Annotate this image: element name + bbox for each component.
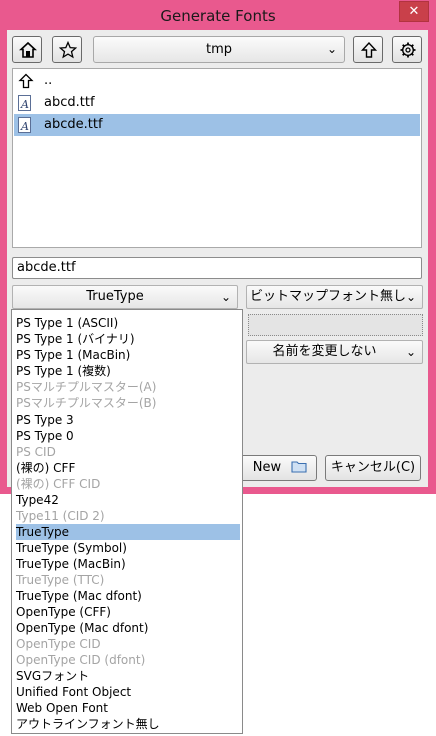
format-option[interactable]: Type42: [16, 492, 240, 508]
folder-icon: [291, 461, 307, 473]
directory-select-value: tmp: [205, 42, 232, 57]
format-option[interactable]: PS Type 1 (複数): [16, 363, 240, 379]
cancel-button[interactable]: キャンセル(C): [325, 455, 421, 481]
format-option[interactable]: Web Open Font: [16, 700, 240, 716]
format-option: OpenType CID: [16, 637, 101, 651]
format-option[interactable]: SVGフォント: [16, 668, 240, 684]
star-icon: [59, 41, 77, 59]
directory-select[interactable]: tmp ⌄: [93, 36, 345, 63]
chevron-down-icon: ⌄: [405, 290, 416, 304]
file-item-parent[interactable]: ..: [14, 70, 420, 92]
file-item-label: abcd.ttf: [44, 95, 95, 110]
home-button[interactable]: [12, 36, 42, 63]
settings-button[interactable]: [392, 36, 422, 63]
format-option: PS CID: [16, 445, 56, 459]
up-arrow-icon: [360, 41, 378, 58]
new-folder-label: New: [252, 460, 282, 475]
format-option: TrueType (TTC): [16, 573, 105, 587]
format-option: PSマルチプルマスター(B): [16, 396, 157, 410]
bitmap-select-value: ビットマップフォント無し: [250, 289, 407, 304]
format-option[interactable]: PS Type 1 (ASCII): [16, 315, 240, 331]
file-item-abcd[interactable]: A abcd.ttf: [14, 92, 420, 114]
format-option[interactable]: TrueType (Symbol): [16, 540, 240, 556]
format-option: (裸の) CFF CID: [16, 477, 101, 491]
close-button[interactable]: ✕: [399, 1, 429, 22]
format-option-selected[interactable]: TrueType: [16, 524, 240, 540]
file-item-label: ..: [44, 73, 53, 88]
format-option: PSマルチプルマスター(A): [16, 380, 157, 394]
file-item-abcde[interactable]: A abcde.ttf: [14, 114, 420, 136]
format-option[interactable]: PS Type 1 (MacBin): [16, 347, 240, 363]
format-option[interactable]: (裸の) CFF: [16, 460, 240, 476]
format-dropdown-list[interactable]: PS Type 1 (ASCII) PS Type 1 (バイナリ) PS Ty…: [11, 309, 243, 734]
chevron-down-icon: ⌄: [220, 290, 231, 304]
format-option[interactable]: OpenType (Mac dfont): [16, 620, 240, 636]
gear-icon: [400, 42, 416, 58]
format-select-value: TrueType: [86, 289, 144, 304]
rename-select-value: 名前を変更しない: [272, 344, 377, 359]
font-file-icon: A: [18, 117, 32, 141]
bitmap-size-field[interactable]: [248, 314, 423, 336]
window-title: Generate Fonts: [160, 7, 276, 25]
file-item-label: abcde.ttf: [44, 117, 103, 132]
file-list[interactable]: .. A abcd.ttf A abcde.ttf: [12, 68, 422, 248]
format-select[interactable]: TrueType ⌄: [12, 285, 238, 309]
format-option[interactable]: OpenType (CFF): [16, 604, 240, 620]
format-option[interactable]: アウトラインフォント無し: [16, 716, 240, 732]
parent-directory-button[interactable]: [353, 36, 383, 63]
chevron-down-icon: ⌄: [326, 42, 337, 56]
chevron-down-icon: ⌄: [405, 345, 416, 359]
format-option: OpenType CID (dfont): [16, 653, 146, 667]
format-option[interactable]: TrueType (MacBin): [16, 556, 240, 572]
format-option[interactable]: PS Type 0: [16, 428, 240, 444]
bitmap-select[interactable]: ビットマップフォント無し ⌄: [246, 285, 423, 309]
format-option[interactable]: TrueType (Mac dfont): [16, 588, 240, 604]
format-option[interactable]: PS Type 1 (バイナリ): [16, 331, 240, 347]
bookmark-button[interactable]: [52, 36, 82, 63]
format-option: Type11 (CID 2): [16, 509, 105, 523]
rename-select[interactable]: 名前を変更しない ⌄: [246, 340, 423, 364]
svg-text:A: A: [20, 98, 29, 111]
format-option[interactable]: PS Type 3: [16, 412, 240, 428]
home-icon: [19, 41, 37, 58]
svg-text:A: A: [20, 120, 29, 133]
format-option[interactable]: Unified Font Object: [16, 684, 240, 700]
filename-input[interactable]: abcde.ttf: [12, 257, 422, 279]
